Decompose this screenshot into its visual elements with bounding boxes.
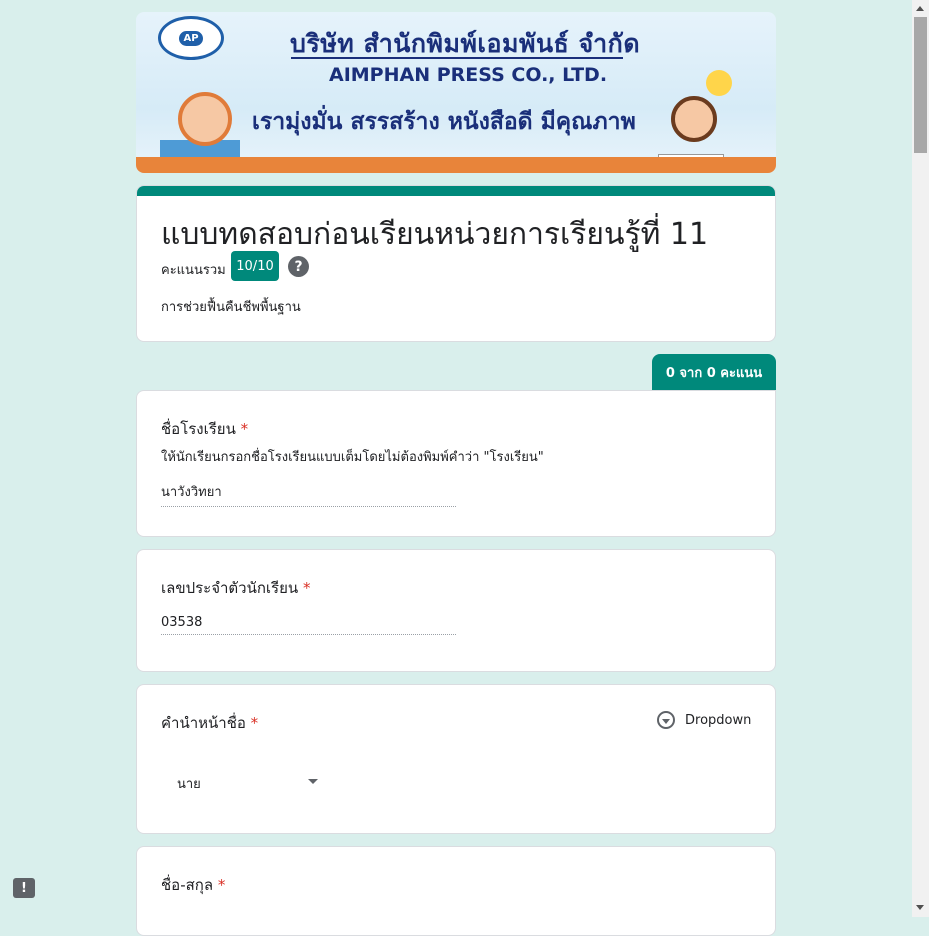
scroll-down-arrow-icon[interactable] <box>916 905 924 910</box>
total-score-label: คะแนนรวม <box>161 263 226 278</box>
required-mark: * <box>217 876 226 894</box>
question-title: ชื่อโรงเรียน * <box>161 417 248 441</box>
form-description: การช่วยฟื้นคืนชีพพื้นฐาน <box>161 300 301 315</box>
total-score-badge: 10/10 <box>231 251 279 281</box>
question-name-prefix: คำนำหน้าชื่อ * Dropdown นาย <box>136 684 776 834</box>
header-banner: AP บริษัท สำนักพิมพ์เอมพันธ์ จำกัด AIMPH… <box>136 12 776 173</box>
title-card-accent <box>137 186 775 196</box>
dropdown-circle-icon <box>657 711 675 729</box>
question-type-label: Dropdown <box>685 712 752 728</box>
question-title-text: ชื่อ-สกุล <box>161 876 214 894</box>
question-school-name: ชื่อโรงเรียน * ให้นักเรียนกรอกชื่อโรงเรี… <box>136 390 776 537</box>
boy-illustration <box>671 96 717 142</box>
chevron-down-icon[interactable] <box>308 779 318 784</box>
publisher-logo-text: AP <box>179 30 203 46</box>
question-title: เลขประจำตัวนักเรียน * <box>161 576 310 600</box>
points-tab: 0 จาก 0 คะแนน <box>652 354 776 391</box>
question-description: ให้นักเรียนกรอกชื่อโรงเรียนแบบเต็มโดยไม่… <box>161 450 544 465</box>
question-title: คำนำหน้าชื่อ * <box>161 711 258 735</box>
girl-illustration <box>178 92 232 146</box>
form-title-card: แบบทดสอบก่อนเรียนหน่วยการเรียนรู้ที่ 11 … <box>136 185 776 342</box>
question-title-text: เลขประจำตัวนักเรียน <box>161 579 299 597</box>
publisher-logo: AP <box>158 16 224 60</box>
scrollbar-thumb[interactable] <box>914 17 927 153</box>
student-id-answer[interactable]: 03538 <box>161 615 456 635</box>
banner-slogan: เรามุ่งมั่น สรรสร้าง หนังสือดี มีคุณภาพ <box>252 109 636 135</box>
question-title-text: คำนำหน้าชื่อ <box>161 714 246 732</box>
required-mark: * <box>250 714 259 732</box>
question-type-indicator: Dropdown <box>657 711 751 729</box>
help-icon[interactable]: ? <box>288 256 309 277</box>
school-name-answer[interactable]: นาวังวิทยา <box>161 481 456 507</box>
banner-floor <box>136 157 776 173</box>
lightbulb-illustration <box>706 70 732 96</box>
required-mark: * <box>302 579 311 597</box>
question-title: ชื่อ-สกุล * <box>161 873 225 897</box>
scroll-up-arrow-icon[interactable] <box>916 6 924 11</box>
question-student-id: เลขประจำตัวนักเรียน * 03538 <box>136 549 776 672</box>
page-scrollbar[interactable] <box>912 0 929 917</box>
question-full-name: ชื่อ-สกุล * <box>136 846 776 936</box>
report-icon[interactable]: ! <box>13 878 35 898</box>
prefix-select-value[interactable]: นาย <box>177 773 201 794</box>
question-title-text: ชื่อโรงเรียน <box>161 420 236 438</box>
banner-underline <box>291 57 623 59</box>
banner-company-english: AIMPHAN PRESS CO., LTD. <box>329 64 608 86</box>
required-mark: * <box>240 420 249 438</box>
